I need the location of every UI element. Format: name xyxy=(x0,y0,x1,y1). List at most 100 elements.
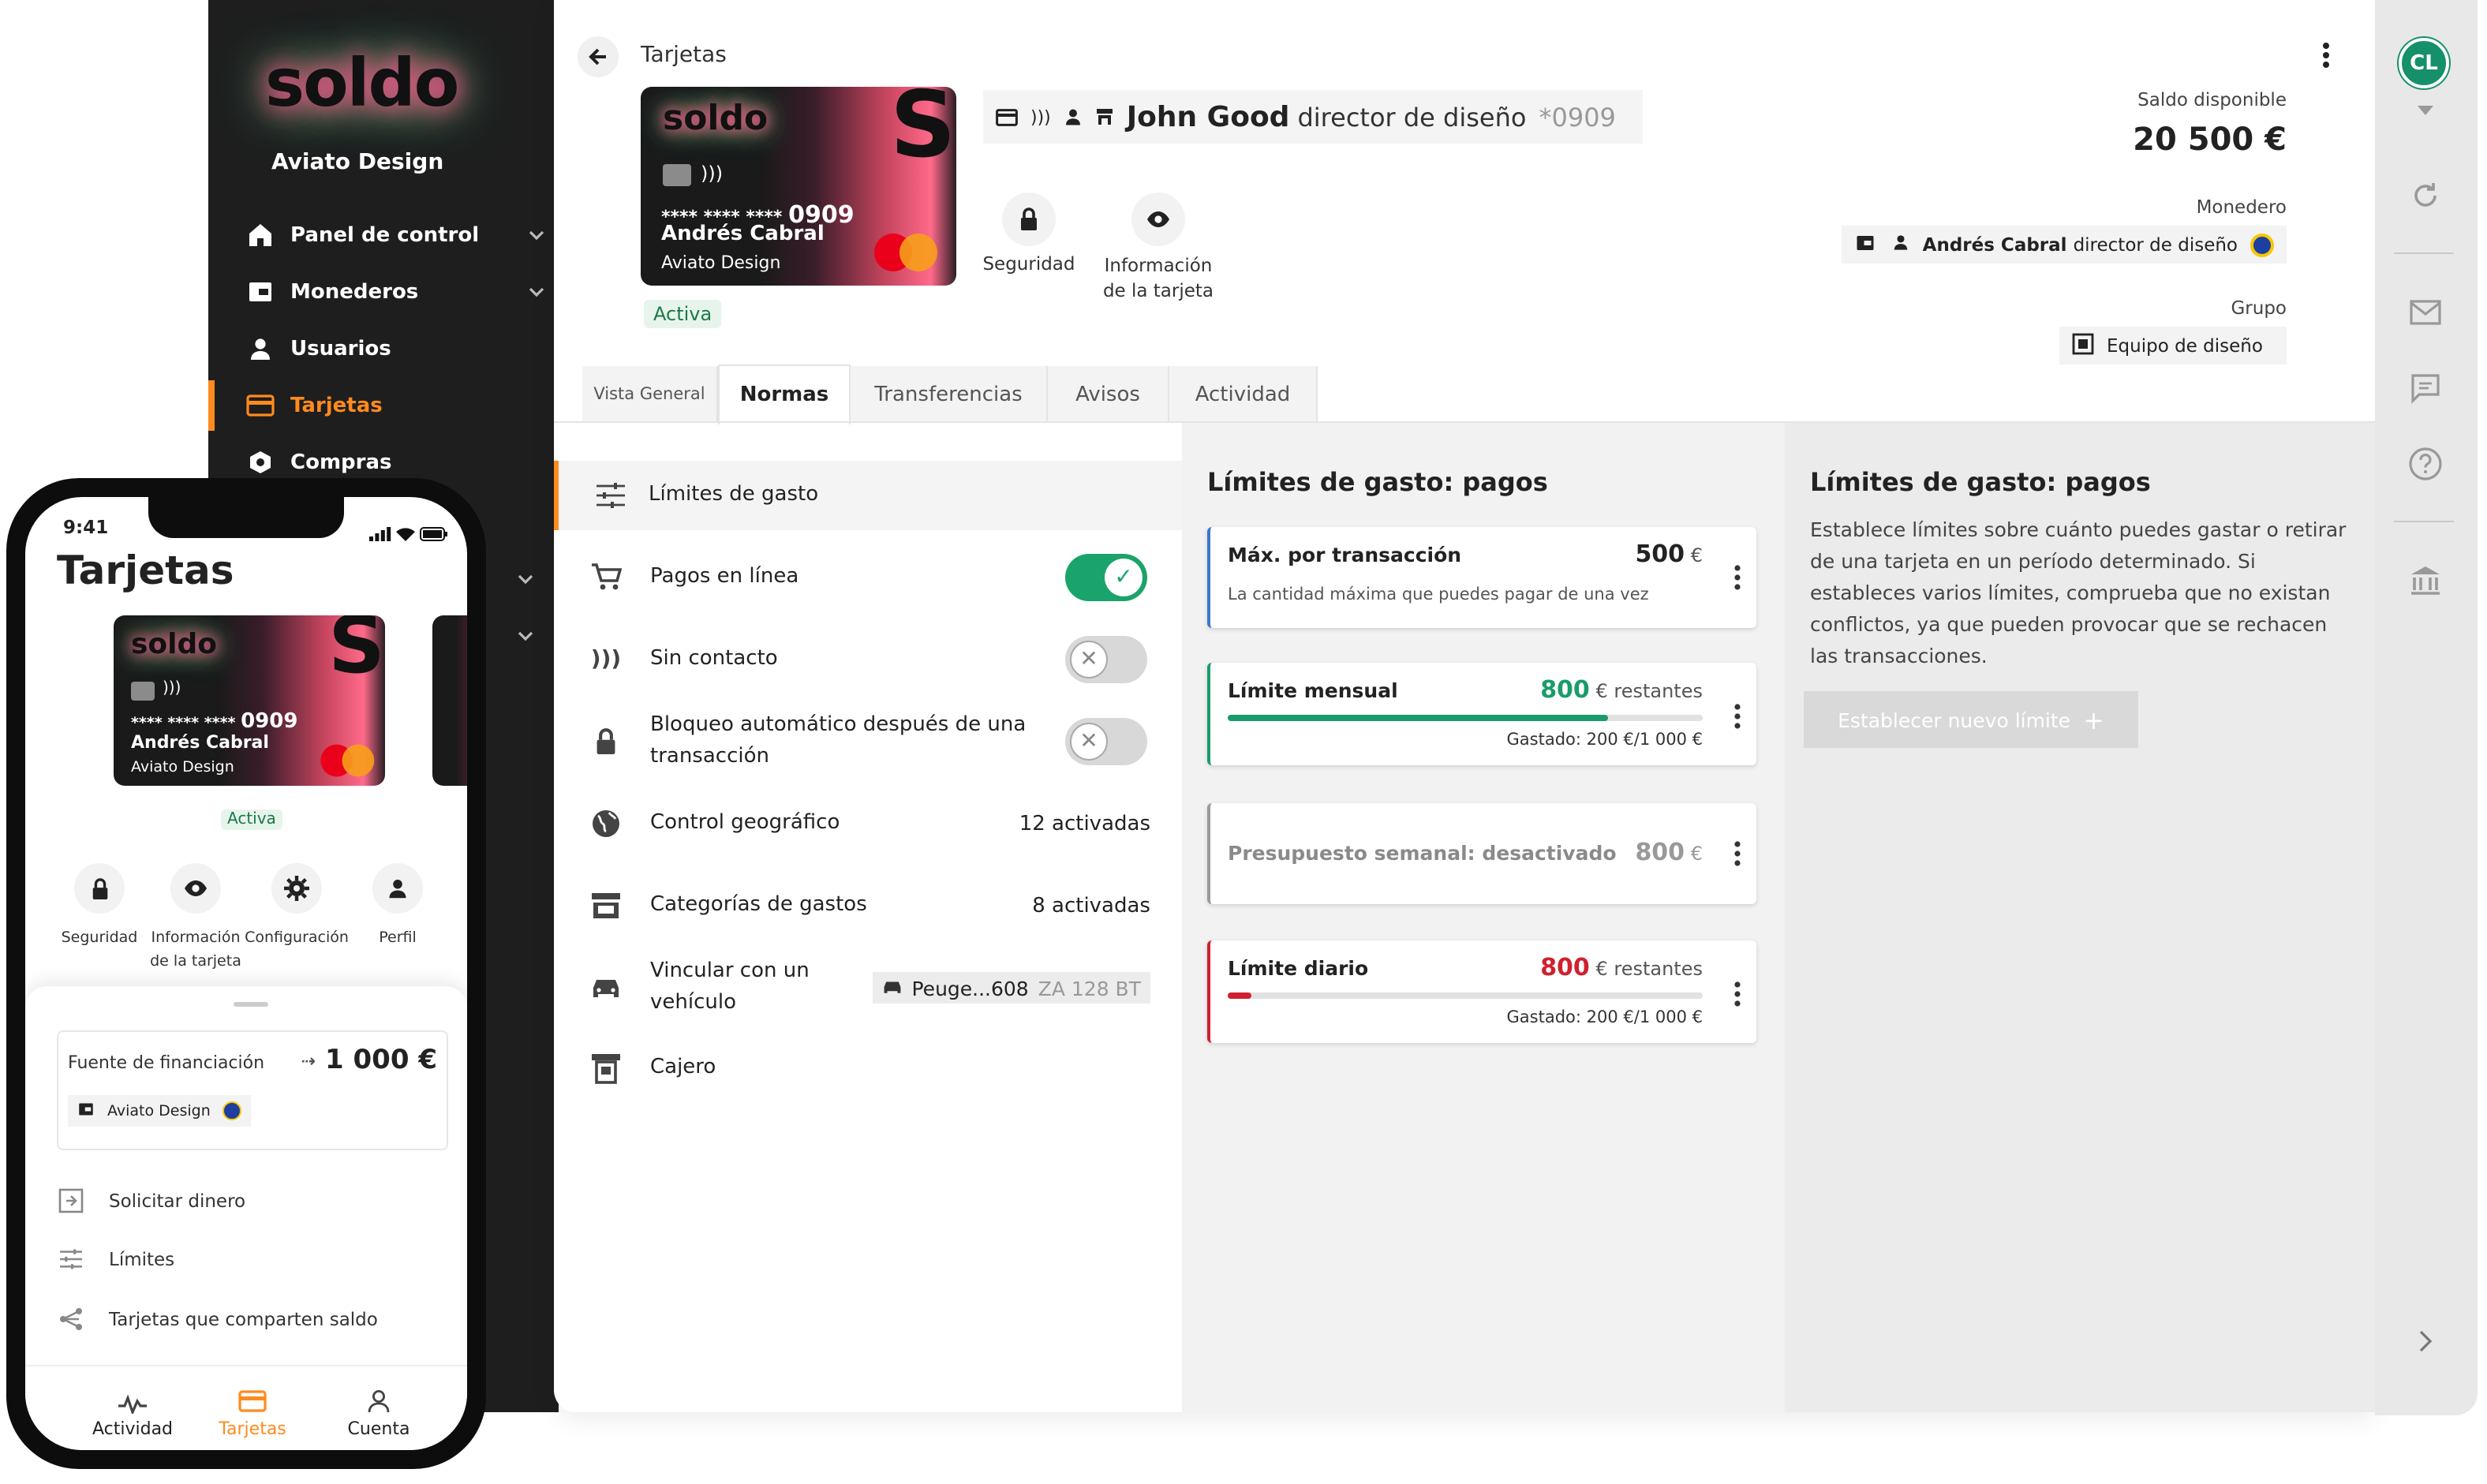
phone-card-image[interactable]: soldo S ))) **** **** **** 0909 Andrés C… xyxy=(114,615,385,786)
vehicle-chip[interactable]: Peuge...608 ZA 128 BT xyxy=(872,972,1150,1004)
check-icon: ✓ xyxy=(1105,559,1143,596)
phone-nav-activity[interactable]: Actividad xyxy=(77,1382,188,1439)
more-options-icon[interactable] xyxy=(1734,704,1741,729)
arrow-left-icon xyxy=(589,48,606,65)
limit-card-monthly[interactable]: Límite mensual 800 € restantes Gastado: … xyxy=(1207,663,1756,765)
phone-card-info-action[interactable]: Información de la tarjeta xyxy=(145,863,246,974)
bank-icon[interactable] xyxy=(2407,562,2444,600)
sliders-icon xyxy=(57,1245,85,1273)
new-limit-button[interactable]: Establecer nuevo límite + xyxy=(1804,691,2138,748)
share-icon xyxy=(57,1305,85,1333)
phone-profile-action[interactable]: Perfil xyxy=(347,863,448,950)
card-company: Aviato Design xyxy=(131,759,234,776)
rule-online-payments: Pagos en línea ✓ xyxy=(554,536,1182,619)
more-options-icon[interactable] xyxy=(1734,841,1741,866)
limit-card-weekly[interactable]: Presupuesto semanal: desactivado 800 € xyxy=(1207,803,1756,904)
cart-icon xyxy=(589,560,623,595)
rule-contactless: ))) Sin contacto ✕ xyxy=(554,619,1182,701)
limit-card-daily[interactable]: Límite diario 800 € restantes Gastado: 2… xyxy=(1207,940,1756,1043)
card-name: Andrés Cabral xyxy=(661,222,825,246)
phone-next-card[interactable] xyxy=(432,615,467,786)
user-icon xyxy=(372,863,423,914)
chevron-right-icon[interactable] xyxy=(2407,1322,2444,1360)
back-button[interactable] xyxy=(578,36,619,77)
chevron-down-icon[interactable] xyxy=(527,226,546,251)
contactless-toggle[interactable]: ✕ xyxy=(1065,636,1147,683)
transfer-icon: ⇢ xyxy=(301,1050,316,1071)
rule-vehicle-link[interactable]: Vincular con un vehículo Peuge...608 ZA … xyxy=(554,947,1182,1029)
sidebar-item-wallets[interactable]: Monederos xyxy=(246,270,546,314)
home-icon xyxy=(246,221,275,249)
chevron-down-icon[interactable] xyxy=(527,282,546,308)
rule-spending-categories[interactable]: Categorías de gastos 8 activadas xyxy=(554,865,1182,947)
daily-progress-bar xyxy=(1228,992,1703,999)
phone-menu-limits[interactable]: Límites xyxy=(57,1245,174,1273)
caret-down-icon[interactable] xyxy=(2407,92,2444,129)
plus-icon: + xyxy=(2083,705,2104,735)
signal-icon xyxy=(369,518,391,548)
battery-icon xyxy=(420,518,448,548)
tab-transfers[interactable]: Transferencias xyxy=(851,366,1048,423)
group-name: Equipo de diseño xyxy=(2107,335,2263,357)
phone-settings-action[interactable]: Configuración xyxy=(240,863,353,950)
atm-icon xyxy=(589,1051,623,1086)
phone-menu-request-money[interactable]: Solicitar dinero xyxy=(57,1187,245,1215)
help-title: Límites de gasto: pagos xyxy=(1810,467,2151,497)
main-panel: Tarjetas soldo S ))) **** **** **** 0909… xyxy=(554,0,2375,1412)
security-action[interactable]: Seguridad xyxy=(974,193,1084,275)
request-money-icon xyxy=(57,1187,85,1215)
phone-menu-shared-cards[interactable]: Tarjetas que comparten saldo xyxy=(57,1305,378,1333)
phone-nav-account[interactable]: Cuenta xyxy=(323,1382,434,1439)
card-last-digits: *0909 xyxy=(1539,102,1616,132)
wallet-chip[interactable]: Andrés Cabral director de diseño xyxy=(1842,226,2287,264)
tab-activity[interactable]: Actividad xyxy=(1169,366,1318,423)
funding-source-box[interactable]: Fuente de financiación ⇢ 1 000 € Aviato … xyxy=(57,1030,448,1150)
phone-nav-cards[interactable]: Tarjetas xyxy=(197,1382,308,1439)
tab-overview[interactable]: Vista General xyxy=(582,366,718,423)
chevron-down-icon[interactable] xyxy=(516,565,535,595)
phone-security-action[interactable]: Seguridad xyxy=(49,863,150,950)
tab-alerts[interactable]: Avisos xyxy=(1048,366,1169,423)
card-info-action[interactable]: Información de la tarjeta xyxy=(1095,193,1221,303)
sidebar-item-dashboard[interactable]: Panel de control xyxy=(246,213,546,257)
group-label: Grupo xyxy=(2231,297,2287,319)
tab-rules[interactable]: Normas xyxy=(718,364,851,424)
wifi-icon xyxy=(396,518,415,548)
user-icon xyxy=(246,335,275,363)
auto-lock-toggle[interactable]: ✕ xyxy=(1065,718,1147,765)
sidebar-item-users[interactable]: Usuarios xyxy=(246,327,546,371)
eu-flag-icon xyxy=(223,1101,242,1120)
card-holder-strip: ))) John Good director de diseño *0909 xyxy=(983,90,1643,144)
refresh-icon[interactable] xyxy=(2407,177,2444,215)
rule-spending-limits[interactable]: Límites de gasto xyxy=(554,461,1182,530)
chat-icon[interactable] xyxy=(2407,369,2444,407)
avatar[interactable]: CL xyxy=(2399,38,2449,88)
status-icons xyxy=(369,518,448,548)
funding-wallet-chip[interactable]: Aviato Design xyxy=(68,1095,252,1127)
online-payments-toggle[interactable]: ✓ xyxy=(1065,554,1147,601)
rule-atm[interactable]: Cajero xyxy=(554,1027,1182,1109)
right-rail: CL xyxy=(2375,0,2478,1415)
limit-card-per-transaction[interactable]: Máx. por transacción 500 € La cantidad m… xyxy=(1207,527,1756,628)
user-icon xyxy=(1064,102,1083,132)
phone-bottom-nav: Actividad Tarjetas Cuenta xyxy=(25,1365,467,1450)
more-options-icon[interactable] xyxy=(1734,565,1741,590)
sidebar-item-cards[interactable]: Tarjetas xyxy=(246,383,546,428)
chevron-down-icon[interactable] xyxy=(516,622,535,652)
more-options-icon[interactable] xyxy=(2321,39,2331,77)
more-options-icon[interactable] xyxy=(1734,981,1741,1007)
group-chip[interactable]: Equipo de diseño xyxy=(2059,327,2287,364)
contactless-icon: ))) xyxy=(163,680,181,697)
help-icon[interactable] xyxy=(2407,445,2444,483)
chip-icon xyxy=(663,164,691,186)
help-text: Establece límites sobre cuánto puedes ga… xyxy=(1810,518,2347,667)
contactless-icon: ))) xyxy=(701,163,724,185)
mail-icon[interactable] xyxy=(2407,293,2444,331)
phone-status-badge: Activa xyxy=(221,809,282,830)
rule-geo-control[interactable]: Control geográfico 12 activadas xyxy=(554,783,1182,865)
card-image[interactable]: soldo S ))) **** **** **** 0909 Andrés C… xyxy=(641,87,956,286)
user-icon xyxy=(1893,234,1910,256)
bottom-sheet: Fuente de financiación ⇢ 1 000 € Aviato … xyxy=(25,986,467,1365)
status-badge: Activa xyxy=(644,300,722,328)
sheet-handle[interactable] xyxy=(234,1002,268,1007)
